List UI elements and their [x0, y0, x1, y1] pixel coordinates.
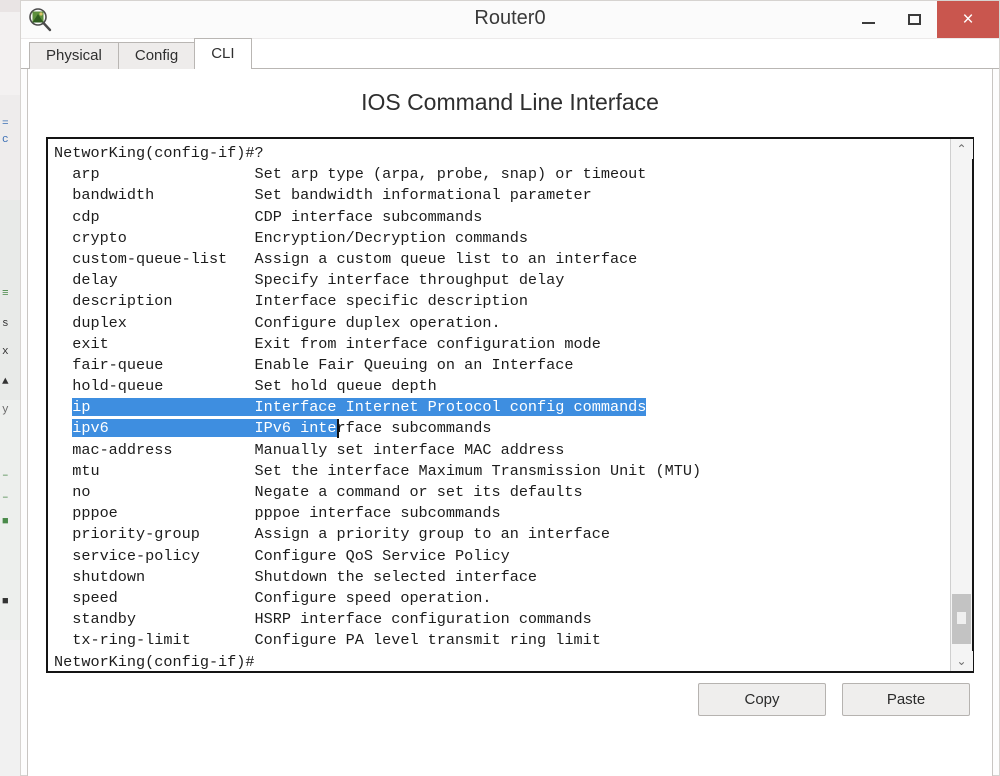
tab-cli[interactable]: CLI [194, 38, 252, 69]
bg-fragment: ▲ [2, 376, 9, 388]
title-bar: Router0 × [21, 1, 999, 39]
bg-fragment: – [2, 492, 9, 504]
window-controls: × [845, 1, 999, 38]
scrollbar-track[interactable] [951, 159, 973, 651]
bg-fragment: y [2, 404, 9, 416]
tab-strip: Physical Config CLI [21, 38, 999, 69]
tab-physical[interactable]: Physical [29, 42, 119, 69]
scrollbar-thumb[interactable] [952, 594, 971, 644]
bg-fragment: x [2, 346, 9, 358]
terminal-container: NetworKing(config-if)#? arp Set arp type… [46, 137, 974, 673]
screen: = c ≡ s x ▲ y – – ■ ■ Router0 × Physical… [0, 0, 1000, 776]
terminal-scrollbar[interactable]: ⌃ ⌄ [950, 139, 973, 671]
text-caret [337, 419, 339, 439]
bg-fragment: – [2, 470, 9, 482]
action-buttons: Copy Paste [698, 683, 970, 716]
maximize-button[interactable] [891, 1, 937, 38]
tab-config[interactable]: Config [117, 42, 196, 69]
terminal-text: NetworKing(config-if)#? arp Set arp type… [54, 144, 702, 671]
background-window-sliver: = c ≡ s x ▲ y – – ■ ■ [0, 0, 20, 776]
copy-button[interactable]: Copy [698, 683, 826, 716]
bg-fragment: ■ [2, 516, 9, 528]
cli-panel: IOS Command Line Interface NetworKing(co… [27, 69, 993, 776]
bg-fragment: ≡ [2, 288, 9, 300]
bg-fragment: s [2, 318, 9, 330]
scroll-up-icon[interactable]: ⌃ [950, 139, 973, 159]
bg-fragment: ■ [2, 596, 9, 608]
paste-button[interactable]: Paste [842, 683, 970, 716]
bg-fragment: = [2, 118, 9, 130]
close-icon: × [962, 9, 974, 30]
minimize-button[interactable] [845, 1, 891, 38]
minimize-icon [861, 21, 875, 24]
scroll-down-icon[interactable]: ⌄ [950, 651, 973, 671]
router-window: Router0 × Physical Config CLI IOS Comman… [20, 0, 1000, 776]
bg-fragment: c [2, 134, 9, 146]
close-button[interactable]: × [937, 1, 999, 38]
terminal-output[interactable]: NetworKing(config-if)#? arp Set arp type… [48, 139, 950, 671]
maximize-icon [907, 14, 921, 25]
page-title: IOS Command Line Interface [361, 89, 659, 115]
